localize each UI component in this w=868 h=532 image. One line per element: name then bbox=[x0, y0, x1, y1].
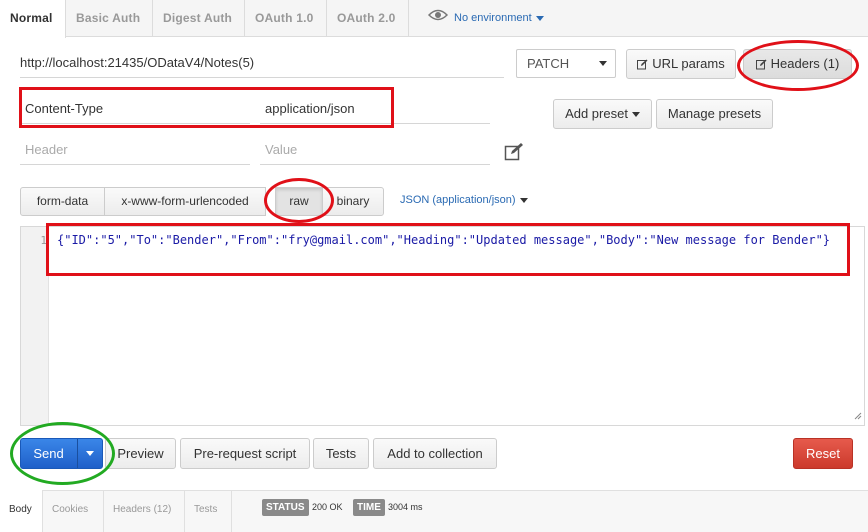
tab-response-cookies[interactable]: Cookies bbox=[43, 490, 104, 532]
body-mode-selector[interactable]: JSON (application/json) bbox=[400, 194, 528, 206]
pre-request-script-button[interactable]: Pre-request script bbox=[180, 438, 310, 469]
tab-oauth1[interactable]: OAuth 1.0 bbox=[245, 0, 327, 37]
edit-icon bbox=[637, 52, 648, 80]
chevron-down-icon bbox=[631, 112, 640, 118]
annotation-headers-circle bbox=[737, 40, 859, 91]
method-select[interactable]: PATCH bbox=[516, 49, 616, 78]
body-mode-label: JSON (application/json) bbox=[400, 194, 516, 206]
method-value: PATCH bbox=[527, 56, 570, 71]
annotation-body-box bbox=[46, 223, 850, 276]
header-key-placeholder-input[interactable]: Header bbox=[20, 135, 250, 165]
environment-selector[interactable]: No environment bbox=[427, 0, 544, 37]
url-params-button[interactable]: URL params bbox=[626, 49, 736, 79]
url-input[interactable]: http://localhost:21435/ODataV4/Notes(5) bbox=[20, 50, 504, 78]
header-value-placeholder-input[interactable]: Value bbox=[260, 135, 490, 165]
tab-x-www-form-urlencoded[interactable]: x-www-form-urlencoded bbox=[104, 187, 266, 216]
tab-form-data[interactable]: form-data bbox=[20, 187, 105, 216]
status-value: 200 OK bbox=[312, 502, 343, 512]
reset-button[interactable]: Reset bbox=[793, 438, 853, 469]
tab-digest-auth[interactable]: Digest Auth bbox=[153, 0, 245, 37]
resize-handle-icon[interactable] bbox=[854, 408, 862, 423]
time-value: 3004 ms bbox=[388, 502, 423, 512]
add-to-collection-button[interactable]: Add to collection bbox=[373, 438, 497, 469]
chevron-down-icon bbox=[535, 15, 544, 21]
tab-normal[interactable]: Normal bbox=[0, 0, 66, 38]
line-number: 1 bbox=[40, 234, 47, 247]
eye-icon bbox=[427, 0, 449, 36]
bulk-edit-icon[interactable] bbox=[504, 142, 524, 165]
annotation-content-type-box bbox=[19, 87, 394, 128]
tab-response-headers[interactable]: Headers (12) bbox=[104, 490, 185, 532]
annotation-send-circle bbox=[10, 422, 115, 485]
tests-button[interactable]: Tests bbox=[313, 438, 369, 469]
status-badge: STATUS bbox=[262, 499, 309, 516]
chevron-down-icon bbox=[519, 197, 528, 203]
tab-oauth2[interactable]: OAuth 2.0 bbox=[327, 0, 409, 37]
tab-response-body[interactable]: Body bbox=[0, 490, 43, 532]
line-gutter bbox=[21, 227, 49, 425]
chevron-down-icon bbox=[599, 61, 607, 66]
add-preset-button[interactable]: Add preset bbox=[553, 99, 652, 129]
annotation-raw-circle bbox=[264, 178, 334, 223]
tab-response-tests[interactable]: Tests bbox=[185, 490, 232, 532]
tab-basic-auth[interactable]: Basic Auth bbox=[66, 0, 153, 37]
preview-button[interactable]: Preview bbox=[105, 438, 176, 469]
time-badge: TIME bbox=[353, 499, 385, 516]
manage-presets-button[interactable]: Manage presets bbox=[656, 99, 773, 129]
add-preset-label: Add preset bbox=[565, 106, 628, 121]
url-params-label: URL params bbox=[652, 56, 725, 71]
environment-label: No environment bbox=[454, 12, 532, 24]
